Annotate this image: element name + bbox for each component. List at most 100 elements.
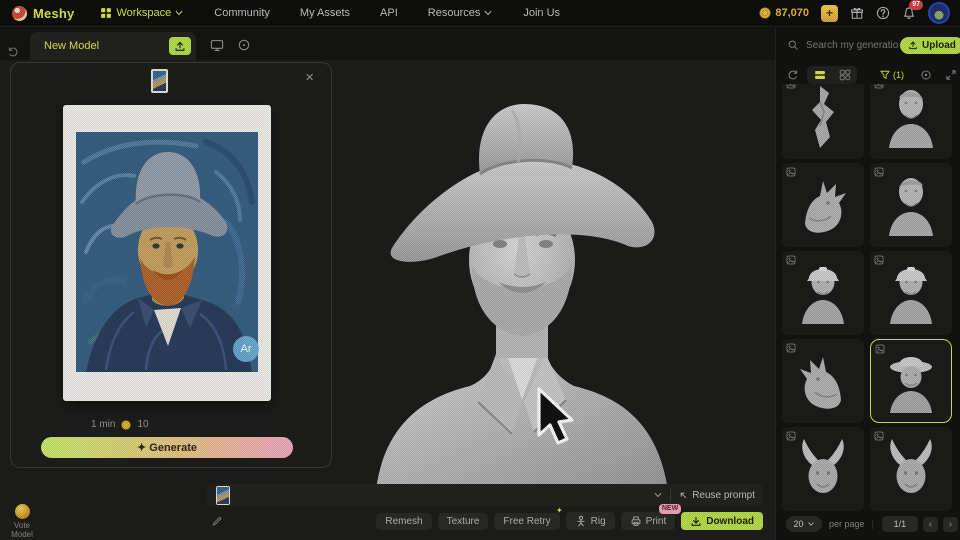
list-view-button[interactable] [807, 69, 832, 81]
tab-label: New Model [44, 40, 169, 52]
prompt-bar-right: Reuse prompt [653, 489, 755, 501]
nav-item-workspace[interactable]: Workspace [100, 7, 184, 19]
rows-view-icon [814, 69, 826, 81]
prompt-bar[interactable]: Reuse prompt [207, 484, 763, 506]
chevron-down-icon[interactable] [653, 490, 663, 500]
free-retry-button[interactable]: Free Retry✦ [494, 513, 559, 530]
tab-upload-button[interactable] [169, 37, 191, 55]
view-mode-switch [807, 66, 857, 84]
image-badge-icon [786, 167, 796, 177]
nav-item-my-assets[interactable]: My Assets [300, 7, 350, 19]
nav-item-resources[interactable]: Resources [428, 7, 494, 19]
search-input[interactable] [804, 39, 900, 52]
history-panel-icon[interactable] [7, 46, 19, 58]
image-badge-icon [786, 431, 796, 441]
download-button[interactable]: Download [681, 512, 763, 530]
generation-tile-bust[interactable] [870, 84, 952, 159]
gift-icon[interactable] [850, 6, 864, 20]
generation-tile-bust[interactable] [870, 163, 952, 247]
print-button[interactable]: PrintNEW [621, 512, 676, 530]
generation-tile-horned[interactable] [782, 427, 864, 511]
new-badge: NEW [659, 504, 681, 514]
image-watermark: Ar [233, 336, 259, 362]
upload-icon [174, 40, 186, 52]
undo-icon[interactable] [787, 69, 799, 81]
rig-icon [575, 515, 587, 527]
filter-icon [879, 69, 891, 81]
prev-page-button[interactable]: ‹ [923, 517, 938, 532]
reuse-prompt-button[interactable]: Reuse prompt [678, 490, 755, 501]
sidebar-search-row: Upload [776, 36, 960, 54]
image-badge-icon [786, 255, 796, 265]
tab-new-model[interactable]: New Model [30, 32, 196, 60]
generated-bust-model [362, 80, 678, 490]
generation-tile-hat-selected[interactable] [870, 339, 952, 423]
grid-view-button[interactable] [832, 69, 857, 81]
target-icon[interactable] [920, 69, 932, 81]
model-thumbnail-hat [880, 347, 942, 417]
print-icon [630, 515, 642, 527]
vote-model-widget[interactable]: Vote Model [5, 504, 39, 539]
user-avatar[interactable] [928, 2, 950, 24]
model-actions-row: Remesh Texture Free Retry✦ Rig PrintNEW Downl… [207, 511, 763, 531]
monitor-icon[interactable] [210, 38, 224, 52]
help-icon[interactable] [876, 6, 890, 20]
page-indicator: 1/1 [882, 516, 918, 532]
divider [670, 489, 671, 501]
meshy-app: Meshy Workspace Community My Assets API Reso… [0, 0, 960, 540]
prompt-image-thumbnail[interactable] [216, 486, 230, 505]
expand-icon[interactable] [945, 69, 957, 81]
edit-prompt-button[interactable] [211, 515, 223, 527]
notifications-button[interactable]: 97 [902, 6, 916, 20]
generation-tile-helmet[interactable] [870, 251, 952, 335]
close-panel-button[interactable]: × [300, 67, 319, 88]
coin-icon [121, 420, 131, 430]
download-icon [690, 515, 702, 527]
page-size-select[interactable]: 20 [786, 516, 822, 532]
workspace-grid-icon [100, 7, 112, 19]
input-image-card: Ar [63, 105, 271, 401]
upload-icon [908, 40, 918, 50]
input-image-thumbnail[interactable] [151, 69, 168, 93]
chevron-down-icon [807, 520, 815, 528]
pagination-divider: | [872, 519, 874, 529]
brand[interactable]: Meshy [12, 6, 74, 21]
credits-amount: 87,070 [775, 7, 809, 19]
texture-button[interactable]: Texture [438, 513, 489, 530]
add-credits-button[interactable]: + [821, 5, 838, 22]
coin-icon [759, 7, 771, 19]
per-page-label: per page [829, 519, 865, 529]
generate-button[interactable]: ✦ Generate [41, 437, 293, 458]
image-badge-icon [875, 344, 885, 354]
search-box[interactable] [787, 39, 900, 52]
cost-credits: 10 [137, 419, 148, 430]
model-thumbnail-spire [792, 84, 854, 152]
cost-time: 1 min [91, 419, 115, 430]
model-thumbnail-horned [880, 434, 942, 504]
model-thumbnail-horned [792, 434, 854, 504]
action-buttons: Remesh Texture Free Retry✦ Rig PrintNEW Downl… [376, 512, 763, 530]
nav-item-community[interactable]: Community [214, 7, 270, 19]
generation-tile-dragon[interactable] [782, 339, 864, 423]
rig-button[interactable]: Rig [566, 512, 615, 530]
pagination-bar: 20 per page | 1/1 ‹ › [776, 516, 960, 532]
remesh-button[interactable]: Remesh [376, 513, 431, 530]
nav-right: 87,070 + 97 [759, 2, 950, 24]
caret-down-icon [483, 8, 493, 18]
record-circle-icon[interactable] [237, 38, 251, 52]
tab-bar: New Model [0, 26, 775, 60]
generation-tile-spire[interactable] [782, 84, 864, 159]
model-thumbnail-dragon [792, 346, 854, 416]
credits-display[interactable]: 87,070 [759, 7, 809, 19]
top-navigation: Meshy Workspace Community My Assets API Reso… [0, 0, 960, 27]
nav-item-api[interactable]: API [380, 7, 398, 19]
generation-tile-helmet[interactable] [782, 251, 864, 335]
nav-item-join-us[interactable]: Join Us [523, 7, 560, 19]
filter-button[interactable]: (1) [879, 69, 904, 81]
next-page-button[interactable]: › [943, 517, 958, 532]
upload-button[interactable]: Upload [900, 37, 960, 54]
generation-tile-horned[interactable] [870, 427, 952, 511]
generation-tile-dragon[interactable] [782, 163, 864, 247]
model-thumbnail-dragon [792, 170, 854, 240]
generation-cost: 1 min 10 [91, 419, 149, 430]
